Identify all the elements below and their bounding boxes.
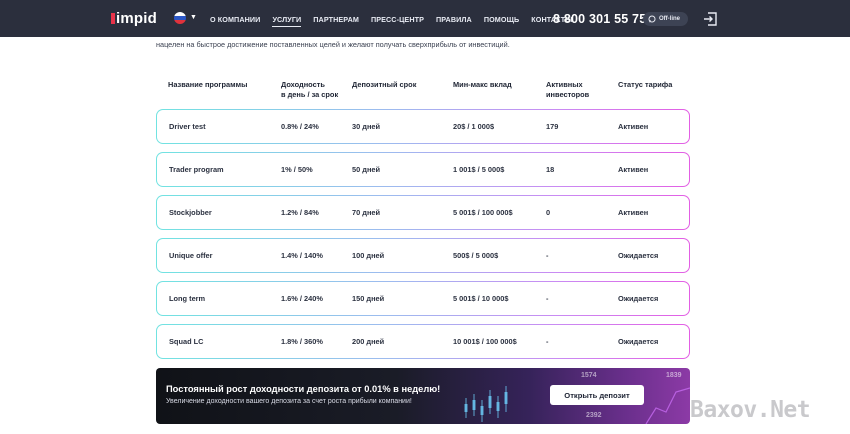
program-status: Ожидается [618,337,659,346]
chat-status-badge[interactable]: Off-line [643,12,688,26]
top-navbar: impid ▼ О КОМПАНИИ УСЛУГИ ПАРТНЕРАМ ПРЕС… [0,0,850,37]
program-investors: - [546,251,549,260]
logo-mark-icon [111,13,115,24]
chevron-down-icon[interactable]: ▼ [190,14,197,21]
program-status: Активен [618,122,649,131]
program-term: 200 дней [352,337,385,346]
program-yield: 1.4% / 140% [281,251,323,260]
program-yield: 1.2% / 84% [281,208,319,217]
table-row[interactable]: Stockjobber 1.2% / 84% 70 дней 5 001$ / … [156,195,690,230]
program-status: Ожидается [618,251,659,260]
login-icon[interactable] [702,11,718,27]
chart-deco-number: 2392 [586,412,602,419]
table-row[interactable]: Driver test 0.8% / 24% 30 дней 20$ / 1 0… [156,109,690,144]
nav-item-press-center[interactable]: ПРЕСС-ЦЕНТР [371,15,424,27]
chat-status-label: Off-line [659,16,680,22]
logo-text: impid [116,10,157,27]
table-row[interactable]: Unique offer 1.4% / 140% 100 дней 500$ /… [156,238,690,273]
program-yield: 0.8% / 24% [281,122,319,131]
russia-flag-icon[interactable] [174,12,186,24]
program-investors: 0 [546,208,551,217]
table-row[interactable]: Long term 1.6% / 240% 150 дней 5 001$ / … [156,281,690,316]
program-name: Long term [169,294,206,303]
header-active-investors: Активных инвесторов [546,80,590,99]
program-status: Активен [618,208,649,217]
program-name: Unique offer [169,251,213,260]
table-row[interactable]: Squad LC 1.8% / 360% 200 дней 10 001$ / … [156,324,690,359]
program-name: Squad LC [169,337,204,346]
program-term: 100 дней [352,251,385,260]
watermark: Baxov.Net [690,397,811,423]
program-name: Stockjobber [169,208,212,217]
program-status: Активен [618,165,649,174]
program-term: 70 дней [352,208,381,217]
nav-item-services[interactable]: УСЛУГИ [272,15,302,27]
banner-title: Постоянный рост доходности депозита от 0… [166,384,441,394]
program-name: Driver test [169,122,206,131]
chart-deco-number: 1574 [581,372,597,379]
program-investors: 179 [546,122,559,131]
phone-number[interactable]: 8 800 301 55 75 [553,12,646,26]
nav-item-rules[interactable]: ПРАВИЛА [436,15,472,27]
program-deposit-range: 20$ / 1 000$ [453,122,495,131]
open-deposit-button[interactable]: Открыть депозит [550,385,644,405]
program-investors: - [546,337,549,346]
program-term: 150 дней [352,294,385,303]
header-min-max-deposit: Мин-макс вклад [453,80,512,89]
program-deposit-range: 10 001$ / 100 000$ [453,337,517,346]
program-deposit-range: 500$ / 5 000$ [453,251,499,260]
program-deposit-range: 5 001$ / 10 000$ [453,294,509,303]
program-investors: - [546,294,549,303]
header-deposit-term: Депозитный срок [352,80,417,89]
header-tariff-status: Статус тарифа [618,80,673,89]
program-investors: 18 [546,165,555,174]
program-term: 50 дней [352,165,381,174]
intro-text: нацелен на быстрое достижение поставленн… [156,40,510,49]
main-nav: О КОМПАНИИ УСЛУГИ ПАРТНЕРАМ ПРЕСС-ЦЕНТР … [210,15,584,27]
nav-item-help[interactable]: ПОМОЩЬ [484,15,519,27]
chat-icon [648,15,656,23]
nav-item-company[interactable]: О КОМПАНИИ [210,15,260,27]
program-deposit-range: 5 001$ / 100 000$ [453,208,513,217]
chart-deco-number: 1839 [666,372,682,379]
program-yield: 1.8% / 360% [281,337,323,346]
program-yield: 1% / 50% [281,165,313,174]
table-row[interactable]: Trader program 1% / 50% 50 дней 1 001$ /… [156,152,690,187]
banner-subtitle: Увеличение доходности вашего депозита за… [166,398,412,405]
nav-item-partners[interactable]: ПАРТНЕРАМ [313,15,359,27]
deposit-promo-banner: 1574 1839 2392 Постоянный рост доходност… [156,368,690,424]
program-yield: 1.6% / 240% [281,294,323,303]
logo[interactable]: impid [111,10,157,28]
program-deposit-range: 1 001$ / 5 000$ [453,165,505,174]
header-yield: Доходность в день / за срок [281,80,339,99]
program-term: 30 дней [352,122,381,131]
program-status: Ожидается [618,294,659,303]
header-program-name: Название программы [168,80,248,89]
program-name: Trader program [169,165,224,174]
